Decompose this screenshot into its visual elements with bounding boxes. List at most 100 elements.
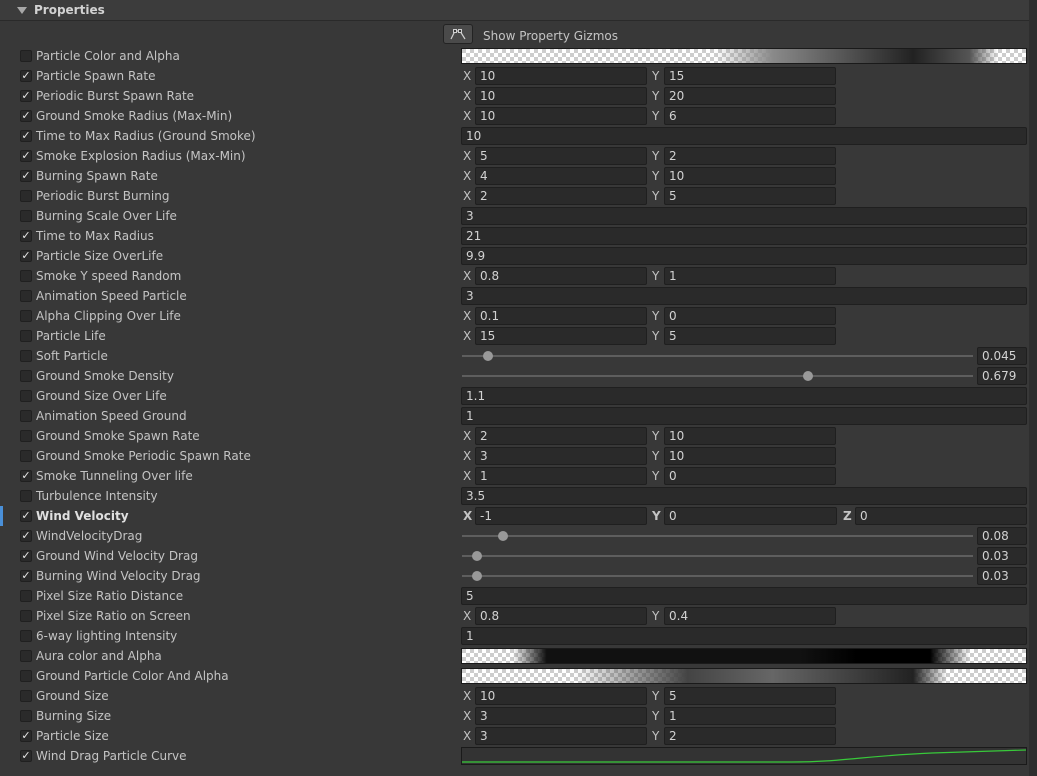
x-field[interactable]: 2 bbox=[475, 187, 647, 205]
override-checkbox[interactable]: ✓ bbox=[20, 530, 32, 542]
y-field[interactable]: 0 bbox=[664, 467, 836, 485]
override-checkbox[interactable] bbox=[20, 450, 32, 462]
override-checkbox[interactable] bbox=[20, 670, 32, 682]
override-checkbox[interactable] bbox=[20, 430, 32, 442]
x-field[interactable]: 0.8 bbox=[475, 267, 647, 285]
override-checkbox[interactable] bbox=[20, 370, 32, 382]
float-field[interactable]: 1 bbox=[461, 407, 1027, 425]
scrollbar[interactable] bbox=[1029, 0, 1037, 776]
y-field[interactable]: 20 bbox=[664, 87, 836, 105]
slider-track[interactable] bbox=[462, 535, 973, 537]
y-field[interactable]: 1 bbox=[664, 707, 836, 725]
slider-value-field[interactable]: 0.045 bbox=[977, 347, 1027, 365]
x-field[interactable]: 5 bbox=[475, 147, 647, 165]
override-checkbox[interactable]: ✓ bbox=[20, 90, 32, 102]
x-field[interactable]: 10 bbox=[475, 87, 647, 105]
override-checkbox[interactable] bbox=[20, 650, 32, 662]
override-checkbox[interactable] bbox=[20, 50, 32, 62]
override-checkbox[interactable] bbox=[20, 290, 32, 302]
properties-header[interactable]: Properties bbox=[0, 0, 1029, 21]
float-field[interactable]: 3.5 bbox=[461, 487, 1027, 505]
x-field[interactable]: 15 bbox=[475, 327, 647, 345]
show-property-gizmos-button[interactable] bbox=[443, 24, 473, 44]
y-field[interactable]: 5 bbox=[664, 327, 836, 345]
float-field[interactable]: 9.9 bbox=[461, 247, 1027, 265]
x-field[interactable]: 3 bbox=[475, 727, 647, 745]
y-field[interactable]: 10 bbox=[664, 427, 836, 445]
y-field[interactable]: 10 bbox=[664, 167, 836, 185]
slider-value-field[interactable]: 0.03 bbox=[977, 547, 1027, 565]
slider-thumb[interactable] bbox=[482, 351, 493, 361]
float-field[interactable]: 3 bbox=[461, 207, 1027, 225]
y-field[interactable]: 2 bbox=[664, 727, 836, 745]
x-field[interactable]: 3 bbox=[475, 707, 647, 725]
override-checkbox[interactable] bbox=[20, 210, 32, 222]
x-field[interactable]: 10 bbox=[475, 67, 647, 85]
override-checkbox[interactable]: ✓ bbox=[20, 730, 32, 742]
override-checkbox[interactable] bbox=[20, 330, 32, 342]
x-field[interactable]: 0.1 bbox=[475, 307, 647, 325]
override-checkbox[interactable] bbox=[20, 310, 32, 322]
x-field[interactable]: 4 bbox=[475, 167, 647, 185]
override-checkbox[interactable]: ✓ bbox=[20, 570, 32, 582]
gradient-field[interactable] bbox=[461, 48, 1027, 64]
override-checkbox[interactable]: ✓ bbox=[20, 750, 32, 762]
override-checkbox[interactable]: ✓ bbox=[20, 510, 32, 522]
y-field[interactable]: 0 bbox=[664, 307, 836, 325]
override-checkbox[interactable]: ✓ bbox=[20, 70, 32, 82]
x-field[interactable]: 10 bbox=[475, 107, 647, 125]
override-checkbox[interactable]: ✓ bbox=[20, 550, 32, 562]
override-checkbox[interactable]: ✓ bbox=[20, 110, 32, 122]
x-field[interactable]: 3 bbox=[475, 447, 647, 465]
float-field[interactable]: 21 bbox=[461, 227, 1027, 245]
gradient-field[interactable] bbox=[461, 648, 1027, 664]
x-field[interactable]: 10 bbox=[475, 687, 647, 705]
override-checkbox[interactable] bbox=[20, 350, 32, 362]
slider-track[interactable] bbox=[462, 375, 973, 377]
override-checkbox[interactable]: ✓ bbox=[20, 170, 32, 182]
override-checkbox[interactable]: ✓ bbox=[20, 150, 32, 162]
gradient-field[interactable] bbox=[461, 668, 1027, 684]
float-field[interactable]: 3 bbox=[461, 287, 1027, 305]
slider-track[interactable] bbox=[462, 355, 973, 357]
y-field[interactable]: 0 bbox=[664, 507, 837, 525]
slider-value-field[interactable]: 0.03 bbox=[977, 567, 1027, 585]
slider-track[interactable] bbox=[462, 555, 973, 557]
x-field[interactable]: -1 bbox=[475, 507, 647, 525]
slider-thumb[interactable] bbox=[472, 571, 483, 581]
slider-thumb[interactable] bbox=[472, 551, 483, 561]
z-field[interactable]: 0 bbox=[855, 507, 1027, 525]
y-field[interactable]: 2 bbox=[664, 147, 836, 165]
y-field[interactable]: 6 bbox=[664, 107, 836, 125]
override-checkbox[interactable] bbox=[20, 630, 32, 642]
override-checkbox[interactable]: ✓ bbox=[20, 250, 32, 262]
override-checkbox[interactable] bbox=[20, 390, 32, 402]
slider-thumb[interactable] bbox=[497, 531, 508, 541]
override-checkbox[interactable]: ✓ bbox=[20, 130, 32, 142]
foldout-triangle-icon[interactable] bbox=[17, 6, 27, 14]
x-field[interactable]: 0.8 bbox=[475, 607, 647, 625]
x-field[interactable]: 2 bbox=[475, 427, 647, 445]
float-field[interactable]: 5 bbox=[461, 587, 1027, 605]
override-checkbox[interactable] bbox=[20, 190, 32, 202]
slider-thumb[interactable] bbox=[803, 371, 814, 381]
float-field[interactable]: 1 bbox=[461, 627, 1027, 645]
override-checkbox[interactable] bbox=[20, 710, 32, 722]
override-checkbox[interactable] bbox=[20, 490, 32, 502]
y-field[interactable]: 5 bbox=[664, 187, 836, 205]
override-checkbox[interactable]: ✓ bbox=[20, 230, 32, 242]
slider-track[interactable] bbox=[462, 575, 973, 577]
slider-value-field[interactable]: 0.08 bbox=[977, 527, 1027, 545]
override-checkbox[interactable] bbox=[20, 690, 32, 702]
y-field[interactable]: 1 bbox=[664, 267, 836, 285]
float-field[interactable]: 1.1 bbox=[461, 387, 1027, 405]
slider-value-field[interactable]: 0.679 bbox=[977, 367, 1027, 385]
override-checkbox[interactable] bbox=[20, 590, 32, 602]
y-field[interactable]: 15 bbox=[664, 67, 836, 85]
y-field[interactable]: 10 bbox=[664, 447, 836, 465]
y-field[interactable]: 5 bbox=[664, 687, 836, 705]
x-field[interactable]: 1 bbox=[475, 467, 647, 485]
curve-field[interactable] bbox=[461, 747, 1027, 765]
override-checkbox[interactable] bbox=[20, 410, 32, 422]
float-field[interactable]: 10 bbox=[461, 127, 1027, 145]
